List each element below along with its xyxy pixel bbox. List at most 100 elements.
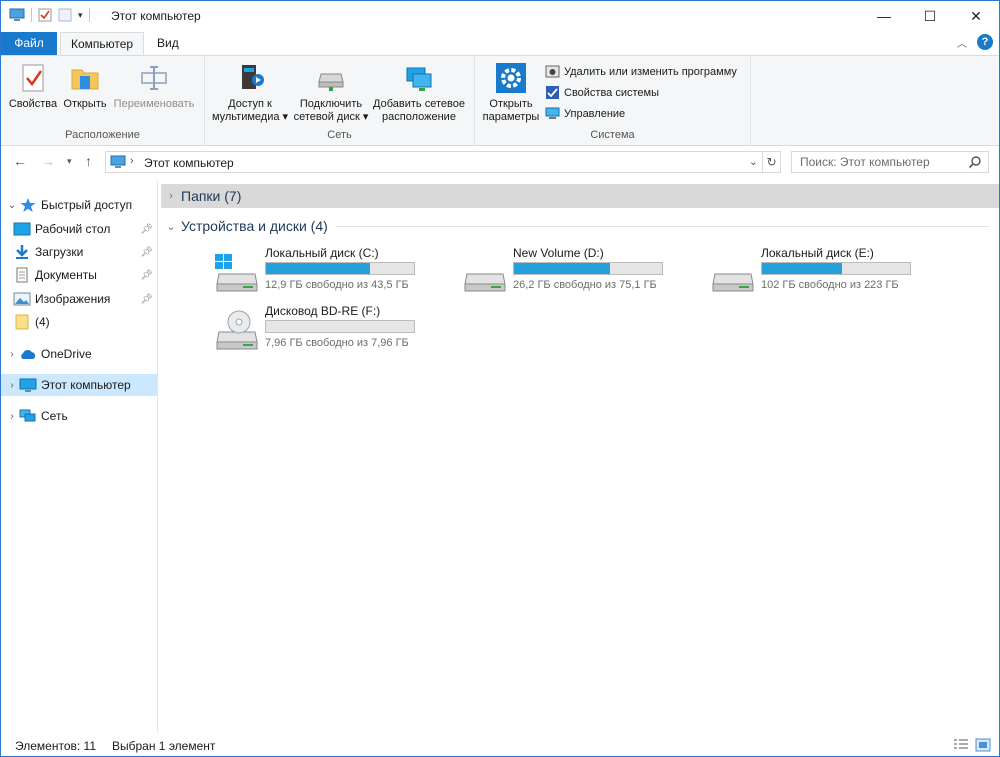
search-input[interactable] xyxy=(792,152,962,172)
manage-button[interactable]: Управление xyxy=(545,106,625,121)
open-settings-button[interactable]: Открыть параметры xyxy=(479,62,543,124)
recent-locations-icon[interactable]: ▾ xyxy=(67,156,72,167)
hard-drive-icon xyxy=(464,273,506,292)
address-path[interactable]: Этот компьютер xyxy=(144,156,234,170)
expand-chevron-icon[interactable]: ⌄ xyxy=(5,200,19,211)
nav-item-desktop[interactable]: Рабочий стол 📌︎ xyxy=(1,218,157,240)
media-access-label-2: мультимедиа ▾ xyxy=(211,111,289,123)
pin-icon[interactable]: 📌︎ xyxy=(140,294,153,305)
computer-icon xyxy=(110,155,126,168)
back-arrow-icon[interactable]: ← xyxy=(13,153,27,169)
pin-icon[interactable]: 📌︎ xyxy=(140,224,153,235)
drive-free-space: 26,2 ГБ свободно из 75,1 ГБ xyxy=(513,279,657,291)
explorer-window: ▾ Этот компьютер — ☐ ✕ Файл Компьютер Ви… xyxy=(0,0,1000,757)
view-switcher xyxy=(953,738,991,752)
section-divider xyxy=(335,225,989,227)
close-button[interactable]: ✕ xyxy=(953,1,999,31)
nav-item-pictures[interactable]: Изображения 📌︎ xyxy=(1,288,157,310)
nav-label-desktop: Рабочий стол xyxy=(35,222,111,236)
folders-group-header[interactable]: › Папки (7) xyxy=(161,184,999,208)
address-dropdown-icon[interactable]: ⌄ xyxy=(749,155,758,168)
properties-label: Свойства xyxy=(8,98,58,110)
toolbar-separator xyxy=(88,8,90,22)
nav-item-documents[interactable]: Документы 📌︎ xyxy=(1,264,157,286)
collapse-chevron-icon[interactable]: ⌄ xyxy=(161,220,181,233)
rename-label: Переименовать xyxy=(113,98,195,110)
nav-item-folder-4[interactable]: (4) xyxy=(1,311,157,333)
rename-button[interactable]: Переименовать xyxy=(111,62,197,111)
navigation-pane: ⌄ Быстрый доступ Рабочий стол 📌︎ Загрузк… xyxy=(1,181,158,733)
selection-count: Выбран 1 элемент xyxy=(112,739,216,753)
media-access-button[interactable]: Доступ к мультимедиа ▾ xyxy=(209,62,291,124)
help-icon[interactable]: ? xyxy=(977,34,993,50)
address-row: ← → ▾ ↑ › Этот компьютер ⌄ ↻ xyxy=(1,147,999,177)
forward-arrow-icon[interactable]: → xyxy=(41,153,55,169)
customize-toolbar-icon[interactable]: ▾ xyxy=(78,10,83,21)
nav-item-this-pc[interactable]: › Этот компьютер xyxy=(1,374,157,396)
expand-chevron-icon[interactable]: › xyxy=(5,380,19,391)
uninstall-program-button[interactable]: Удалить или изменить программу xyxy=(545,64,737,79)
nav-item-quick-access[interactable]: ⌄ Быстрый доступ xyxy=(1,194,157,216)
drive-item-d[interactable]: New Volume (D:) 26,2 ГБ свободно из 75,1… xyxy=(461,246,701,300)
cloud-icon xyxy=(21,349,36,359)
media-server-icon xyxy=(242,65,264,89)
map-network-drive-button[interactable]: Подключить сетевой диск ▾ xyxy=(293,62,369,124)
pin-icon[interactable]: 📌︎ xyxy=(140,270,153,281)
drive-item-e[interactable]: Локальный диск (E:) 102 ГБ свободно из 2… xyxy=(709,246,949,300)
optical-drive-icon xyxy=(216,310,258,350)
folder-icon xyxy=(15,314,29,330)
nav-label-network: Сеть xyxy=(41,409,68,423)
drive-usage-bar xyxy=(265,320,415,333)
search-box[interactable] xyxy=(791,151,989,173)
properties-icon[interactable] xyxy=(38,8,52,22)
system-properties-button[interactable]: Свойства системы xyxy=(545,85,659,100)
breadcrumb-chevron-icon[interactable]: › xyxy=(130,155,134,167)
manage-label: Управление xyxy=(564,107,626,120)
properties-button[interactable]: Свойства xyxy=(7,62,59,111)
tab-computer[interactable]: Компьютер xyxy=(60,32,145,55)
ribbon-group-network: Доступ к мультимедиа ▾ Подключить сетево… xyxy=(205,56,475,145)
rename-icon xyxy=(141,66,167,90)
drive-item-f[interactable]: Дисковод BD-RE (F:) 7,96 ГБ свободно из … xyxy=(213,304,453,358)
nav-item-onedrive[interactable]: › OneDrive xyxy=(1,343,157,365)
refresh-icon: ↻ xyxy=(766,155,777,169)
devices-group-header[interactable]: ⌄ Устройства и диски (4) xyxy=(161,214,999,238)
drive-name: Локальный диск (C:) xyxy=(265,246,379,260)
collapse-ribbon-icon[interactable]: ︿ xyxy=(957,35,967,50)
expand-chevron-icon[interactable]: › xyxy=(5,349,19,360)
computer-icon[interactable] xyxy=(9,8,25,22)
tab-view[interactable]: Вид xyxy=(147,32,189,55)
nav-item-downloads[interactable]: Загрузки 📌︎ xyxy=(1,241,157,263)
uninstall-label: Удалить или изменить программу xyxy=(564,65,737,78)
nav-label-pictures: Изображения xyxy=(35,292,111,306)
drive-usage-fill xyxy=(762,263,842,274)
add-network-location-button[interactable]: Добавить сетевое расположение xyxy=(369,62,469,124)
system-properties-label: Свойства системы xyxy=(564,86,660,99)
nav-label-quick-access: Быстрый доступ xyxy=(41,198,133,212)
details-view-icon[interactable] xyxy=(953,738,969,752)
drive-usage-bar xyxy=(513,262,663,275)
minimize-button[interactable]: — xyxy=(861,1,907,31)
pin-icon[interactable]: 📌︎ xyxy=(140,247,153,258)
drive-name: Локальный диск (E:) xyxy=(761,246,874,260)
up-arrow-icon[interactable]: ↑ xyxy=(85,153,92,169)
properties-check-icon xyxy=(22,64,44,92)
search-icon[interactable] xyxy=(968,155,982,169)
open-button[interactable]: Открыть xyxy=(61,62,109,111)
expand-chevron-icon[interactable]: › xyxy=(161,190,181,202)
windows-drive-icon xyxy=(215,254,258,292)
add-location-label-2: расположение xyxy=(382,111,456,123)
new-folder-icon[interactable] xyxy=(58,8,72,22)
nav-item-network[interactable]: › Сеть xyxy=(1,405,157,427)
refresh-button[interactable]: ↻ xyxy=(763,151,781,173)
devices-header-label: Устройства и диски (4) xyxy=(181,218,328,234)
address-bar[interactable]: › Этот компьютер ⌄ xyxy=(105,151,763,173)
drive-item-c[interactable]: Локальный диск (C:) 12,9 ГБ свободно из … xyxy=(213,246,453,300)
nav-label-downloads: Загрузки xyxy=(35,245,84,259)
expand-chevron-icon[interactable]: › xyxy=(5,411,19,422)
maximize-button[interactable]: ☐ xyxy=(907,1,953,31)
network-drive-icon xyxy=(318,73,344,91)
large-icons-view-icon[interactable] xyxy=(975,738,991,752)
open-label: Открыть xyxy=(63,98,107,110)
tab-file[interactable]: Файл xyxy=(1,32,57,55)
